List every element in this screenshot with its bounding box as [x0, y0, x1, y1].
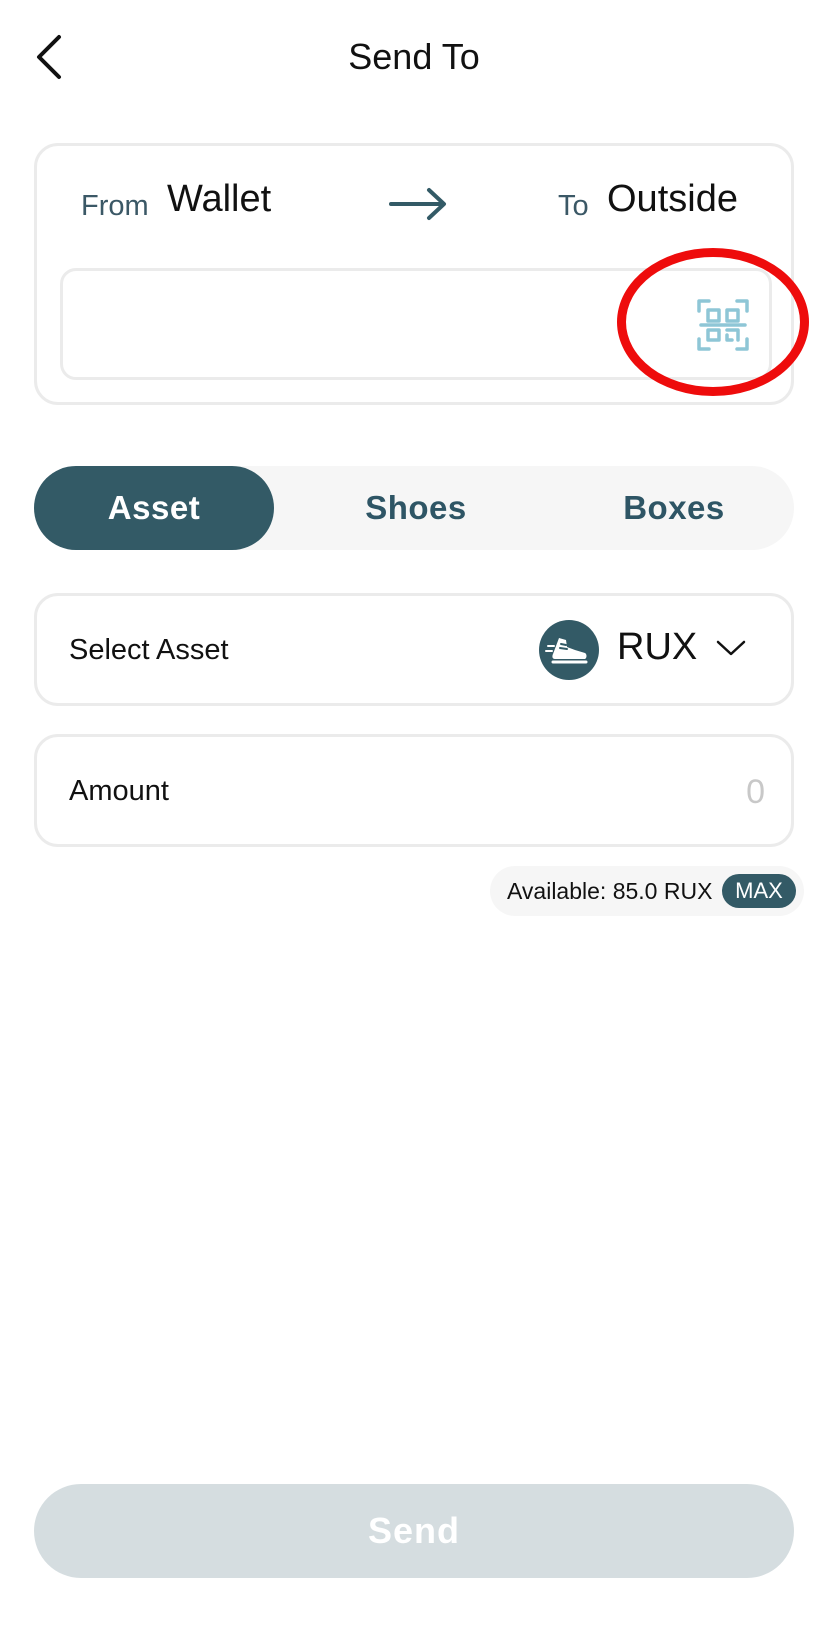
tab-shoes[interactable]: Shoes	[296, 466, 536, 550]
select-asset-label: Select Asset	[69, 634, 229, 666]
amount-label: Amount	[69, 775, 169, 807]
tab-bar: Asset Shoes Boxes	[34, 466, 794, 550]
to-label: To	[558, 190, 589, 222]
address-input[interactable]	[83, 299, 643, 349]
tab-asset[interactable]: Asset	[34, 466, 274, 550]
chevron-down-icon	[716, 640, 746, 656]
amount-input[interactable]	[465, 767, 765, 817]
transfer-route: From Wallet To Outside	[37, 176, 791, 232]
arrow-right-icon	[389, 188, 446, 220]
send-button[interactable]: Send	[34, 1484, 794, 1578]
page-title: Send To	[348, 36, 480, 77]
tab-boxes[interactable]: Boxes	[554, 466, 794, 550]
send-to-screen: Send To From Wallet To Outside Asset Sho…	[0, 0, 828, 1648]
highlight-ring	[617, 248, 809, 396]
sneaker-icon	[545, 638, 588, 664]
available-text: Available: 85.0 RUX	[507, 878, 713, 904]
from-value: Wallet	[167, 178, 272, 220]
from-label: From	[81, 190, 149, 222]
available-balance: Available: 85.0 RUX MAX	[490, 866, 804, 916]
max-button[interactable]: MAX	[722, 874, 796, 908]
asset-select[interactable]: Select Asset RUX	[34, 593, 794, 706]
asset-avatar	[539, 620, 599, 680]
selected-asset-symbol: RUX	[617, 626, 698, 668]
to-value: Outside	[607, 178, 738, 220]
amount-field: Amount	[34, 734, 794, 847]
